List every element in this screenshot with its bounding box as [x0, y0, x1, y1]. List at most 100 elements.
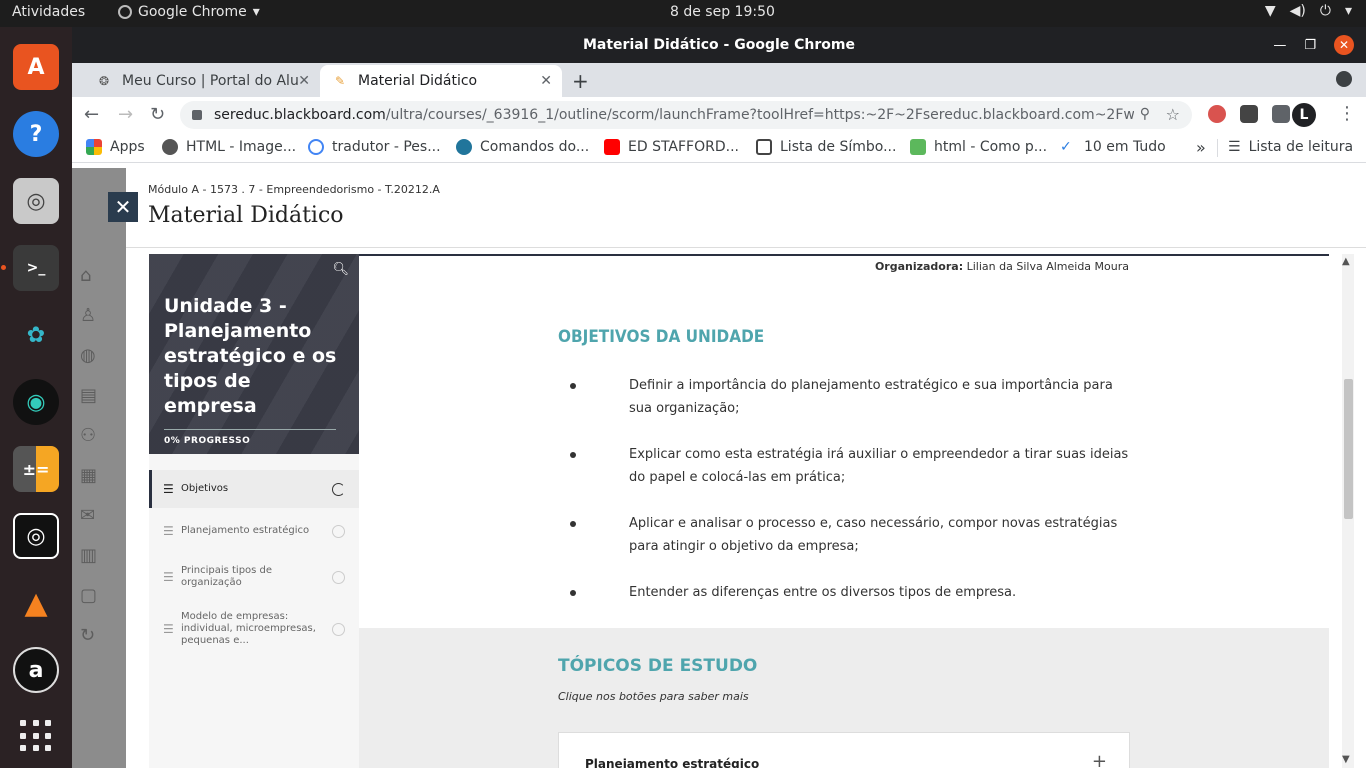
list-icon: ☰	[163, 524, 174, 538]
apps-grid-icon	[86, 139, 102, 155]
chevron-down-icon: ▾	[1344, 3, 1352, 19]
content-scrollbar[interactable]: ▲ ▼	[1330, 254, 1366, 768]
camera-icon[interactable]: ◎	[13, 513, 59, 559]
blackboard-favicon-icon: ❂	[98, 74, 110, 88]
window-title: Material Didático - Google Chrome	[582, 37, 855, 53]
lock-icon[interactable]	[192, 110, 202, 120]
list-item: Definir a importância do planejamento es…	[558, 374, 1138, 420]
tab-meu-curso[interactable]: ❂ Meu Curso | Portal do Alu ✕	[84, 65, 320, 97]
tab-material-didatico[interactable]: ✎ Material Didático ✕	[320, 65, 562, 97]
organizer-label: Organizadora:	[874, 260, 964, 273]
maximize-icon[interactable]: ❐	[1304, 38, 1316, 53]
clock[interactable]: 8 de sep 19:50	[670, 4, 775, 20]
unit-nav-list: ☰ Objetivos ☰ Planejamento estratégico ☰…	[149, 470, 359, 658]
reading-list-button[interactable]: ☰ Lista de leitura	[1228, 139, 1353, 155]
nav-item-planejamento[interactable]: ☰ Planejamento estratégico	[149, 508, 359, 554]
nav-item-modelo-empresas[interactable]: ☰ Modelo de empresas: individual, microe…	[149, 600, 359, 658]
bird-app-icon[interactable]: ✿	[13, 312, 59, 358]
minimize-icon[interactable]: —	[1273, 38, 1286, 53]
page-content: ⌂ ♙ ◍ ▤ ⚇ ▦ ✉ ▥ ▢ ↻ ✕ Módulo A - 1573 . 7 - Empre…	[72, 168, 1366, 768]
google-icon	[308, 139, 324, 155]
unit-hero: 🔍︎ Unidade 3 - Planejamento estratégico …	[149, 254, 359, 454]
unit-sidebar: 🔍︎ Unidade 3 - Planejamento estratégico …	[149, 254, 359, 768]
search-icon[interactable]: 🔍︎	[332, 262, 349, 277]
webcam-app-icon[interactable]: ◉	[13, 379, 59, 425]
stack-icon	[910, 139, 926, 155]
help-icon[interactable]: ?	[13, 111, 59, 157]
list-item: Aplicar e analisar o processo e, caso ne…	[558, 512, 1138, 558]
course-breadcrumb: Módulo A - 1573 . 7 - Empreendedorismo -…	[148, 183, 440, 196]
activities-button[interactable]: Atividades	[12, 4, 85, 20]
status-circle-icon	[332, 525, 345, 538]
globe-icon	[162, 139, 178, 155]
system-tray[interactable]: ▼ ◀) ⏻ ▾	[1265, 3, 1352, 19]
list-item: Entender as diferenças entre os diversos…	[558, 581, 1138, 604]
status-circle-icon	[332, 571, 345, 584]
extension-gear-icon[interactable]	[1240, 105, 1258, 123]
bookmark-ed-stafford[interactable]: ED STAFFORD...	[604, 139, 739, 155]
scrollbar-thumb[interactable]	[1344, 379, 1353, 519]
browser-toolbar: ← → ↻ sereduc.blackboard.com/ultra/cours…	[72, 97, 1366, 133]
list-icon: ☰	[163, 482, 174, 496]
bookmark-apps[interactable]: Apps	[86, 139, 145, 155]
scroll-down-icon[interactable]: ▼	[1342, 754, 1350, 765]
dock: A ? ◎ >_ ✿ ◉ ±= ◎ ▲ a	[0, 27, 72, 768]
bookmark-tradutor[interactable]: tradutor - Pes...	[308, 139, 441, 155]
profile-avatar[interactable]: L	[1292, 103, 1316, 127]
calculator-icon[interactable]: ±=	[13, 446, 59, 492]
tab-search-icon[interactable]	[1336, 71, 1352, 87]
nav-item-label: Objetivos	[181, 483, 229, 494]
new-tab-icon[interactable]: +	[572, 69, 589, 93]
bookmark-label: Apps	[110, 139, 145, 155]
scorm-frame: 🔍︎ Unidade 3 - Planejamento estratégico …	[126, 248, 1366, 768]
forward-icon[interactable]: →	[118, 104, 133, 125]
extension-shield-icon[interactable]	[1208, 105, 1226, 123]
bookmark-comandos[interactable]: Comandos do...	[456, 139, 589, 155]
power-icon: ⏻	[1319, 3, 1331, 19]
close-tab-icon[interactable]: ✕	[298, 73, 310, 89]
topics-subtitle: Clique nos botões para saber mais	[558, 690, 749, 703]
tab-strip: ❂ Meu Curso | Portal do Alu ✕ ✎ Material…	[72, 63, 1366, 97]
accordion-label: Planejamento estratégico	[585, 757, 760, 768]
close-tab-icon[interactable]: ✕	[540, 73, 552, 89]
topics-heading: TÓPICOS DE ESTUDO	[558, 656, 758, 676]
terminal-icon[interactable]: >_	[1, 245, 59, 291]
reading-list-label: Lista de leitura	[1248, 139, 1354, 155]
vlc-icon[interactable]: ▲	[13, 580, 59, 626]
nav-item-label: Principais tipos de organização	[181, 565, 273, 588]
panel-header: Módulo A - 1573 . 7 - Empreendedorismo -…	[126, 168, 1366, 248]
close-window-icon[interactable]: ✕	[1334, 35, 1354, 55]
image-viewer-icon[interactable]: ◎	[13, 178, 59, 224]
bookmark-10-em-tudo[interactable]: ✓ 10 em Tudo	[1060, 139, 1166, 155]
background-nav-icons: ⌂ ♙ ◍ ▤ ⚇ ▦ ✉ ▥ ▢ ↻	[80, 265, 98, 646]
tab-label: Meu Curso | Portal do Alu	[122, 73, 299, 89]
app-menu[interactable]: Google Chrome ▾	[118, 4, 260, 20]
menu-kebab-icon[interactable]: ⋮	[1338, 103, 1356, 124]
bookmark-html-como[interactable]: html - Como p...	[910, 139, 1047, 155]
address-bar[interactable]: sereduc.blackboard.com/ultra/courses/_63…	[180, 101, 1192, 129]
bookmark-html-image[interactable]: HTML - Image...	[162, 139, 296, 155]
bookmark-label: Lista de Símbo...	[780, 139, 897, 155]
nav-item-tipos-organizacao[interactable]: ☰ Principais tipos de organização	[149, 554, 359, 600]
url-path: /ultra/courses/_63916_1/outline/scorm/la…	[385, 107, 1134, 123]
zoom-icon[interactable]: ⚲	[1140, 106, 1150, 122]
progress-spinner-icon	[332, 483, 345, 496]
unit-title: Unidade 3 - Planejamento estratégico e o…	[164, 295, 337, 417]
lesson-content: Organizadora: Lilian da Silva Almeida Mo…	[359, 254, 1329, 768]
nav-item-objetivos[interactable]: ☰ Objetivos	[149, 470, 359, 508]
page-title: Material Didático	[148, 203, 344, 228]
software-store-icon[interactable]: A	[13, 44, 59, 90]
accordion-item-planejamento[interactable]: Planejamento estratégico +	[558, 732, 1130, 768]
plus-icon[interactable]: +	[1092, 751, 1107, 768]
page-icon	[756, 139, 772, 155]
back-icon[interactable]: ←	[84, 104, 99, 125]
show-apps-icon[interactable]	[20, 720, 52, 752]
bookmark-lista-simbolos[interactable]: Lista de Símbo...	[756, 139, 896, 155]
bookmark-star-icon[interactable]: ☆	[1166, 105, 1180, 124]
reload-icon[interactable]: ↻	[150, 104, 165, 125]
scroll-up-icon[interactable]: ▲	[1342, 256, 1350, 267]
audacity-icon[interactable]: a	[13, 647, 59, 693]
bookmarks-overflow-icon[interactable]: »	[1196, 138, 1206, 157]
close-panel-button[interactable]: ✕	[108, 192, 138, 222]
extensions-puzzle-icon[interactable]	[1272, 105, 1290, 123]
